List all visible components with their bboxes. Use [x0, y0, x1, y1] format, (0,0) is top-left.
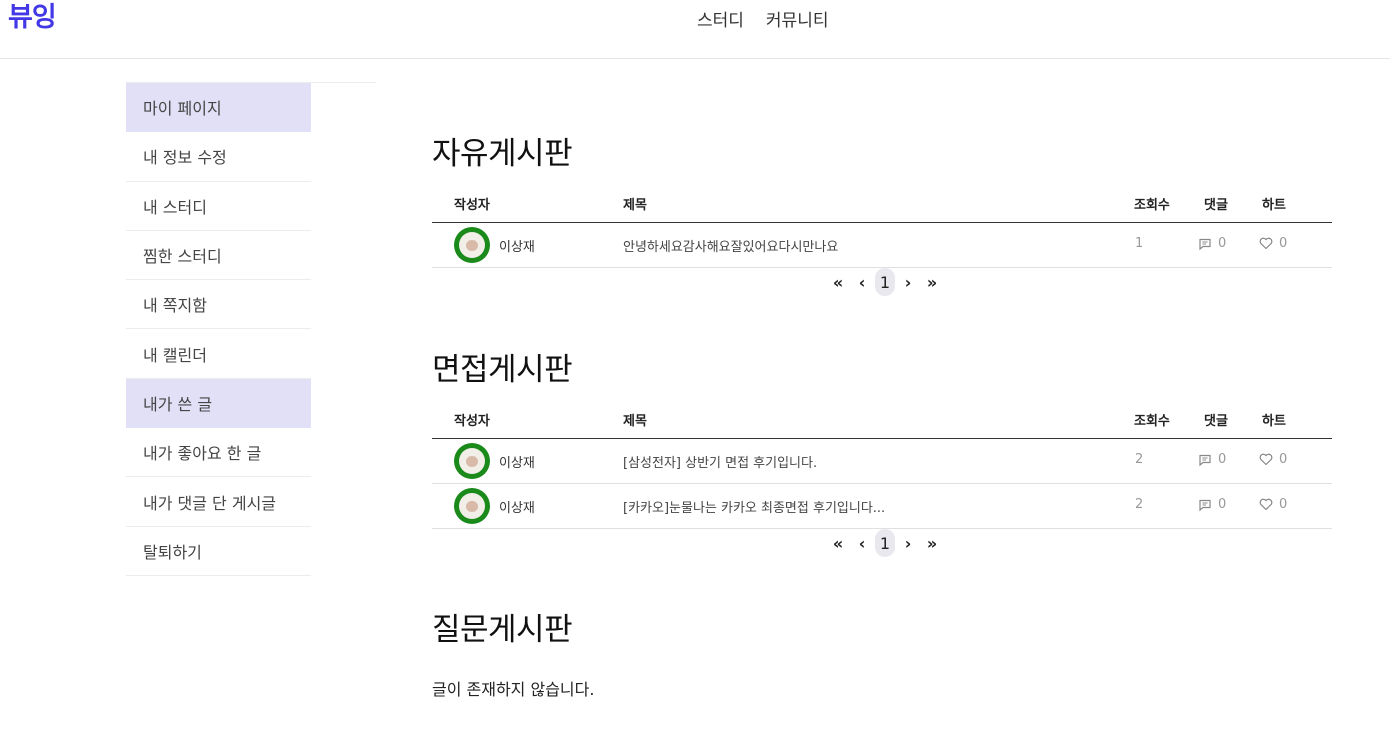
col-author: 작성자	[454, 198, 490, 213]
table-header: 작성자 제목 조회수 댓글 하트	[432, 182, 1332, 223]
sidebar-item-my-posts[interactable]: 내가 쓴 글	[126, 378, 311, 429]
interview-board-table: 작성자 제목 조회수 댓글 하트 이상재 [삼성전자] 상반기 면접 후기입니다…	[432, 398, 1332, 529]
avatar	[454, 227, 490, 263]
sidebar-item-liked-study[interactable]: 찜한 스터디	[126, 231, 311, 281]
first-page-button[interactable]: «	[826, 529, 850, 557]
comment-count: 0	[1198, 452, 1226, 467]
empty-message: 글이 존재하지 않습니다.	[432, 680, 595, 699]
avatar	[454, 443, 490, 479]
section-title-free-board: 자유게시판	[432, 136, 573, 172]
pagination-interview-board: « ‹ 1 › »	[826, 529, 944, 557]
first-page-button[interactable]: «	[826, 268, 850, 296]
post-title[interactable]: [카카오]눈물나는 카카오 최종면접 후기입니다...	[623, 497, 885, 516]
last-page-button[interactable]: »	[920, 268, 944, 296]
nav-study-link[interactable]: 스터디	[697, 10, 744, 32]
last-page-button[interactable]: »	[920, 529, 944, 557]
post-title[interactable]: [삼성전자] 상반기 면접 후기입니다.	[623, 452, 817, 471]
sidebar-item-withdraw[interactable]: 탈퇴하기	[126, 527, 311, 576]
comment-icon	[1199, 238, 1211, 250]
sidebar-item-mypage[interactable]: 마이 페이지	[126, 83, 311, 133]
sidebar: 마이 페이지 내 정보 수정 내 스터디 찜한 스터디 내 쪽지함 내 캘린더 …	[126, 83, 311, 576]
view-count: 1	[1135, 236, 1144, 251]
sidebar-item-messages[interactable]: 내 쪽지함	[126, 280, 311, 330]
prev-page-button[interactable]: ‹	[850, 529, 874, 557]
next-page-button[interactable]: ›	[896, 268, 920, 296]
table-row[interactable]: 이상재 [삼성전자] 상반기 면접 후기입니다. 2 0 0	[432, 439, 1332, 484]
logo[interactable]: 뷰잉	[8, 0, 57, 36]
sidebar-item-edit-profile[interactable]: 내 정보 수정	[126, 132, 311, 182]
pagination-free-board: « ‹ 1 › »	[826, 268, 944, 296]
comment-count: 0	[1198, 497, 1226, 512]
heart-icon	[1259, 498, 1273, 511]
comment-icon	[1199, 454, 1211, 466]
view-count: 2	[1135, 452, 1144, 467]
next-page-button[interactable]: ›	[896, 529, 920, 557]
heart-count: 0	[1259, 452, 1287, 467]
heart-icon	[1259, 237, 1273, 250]
col-hearts: 하트	[1262, 198, 1286, 213]
page-number-button[interactable]: 1	[875, 268, 895, 296]
col-comments: 댓글	[1204, 198, 1228, 213]
comment-count-value: 0	[1218, 452, 1227, 467]
top-header: 뷰잉 스터디 커뮤니티	[0, 0, 1390, 59]
view-count: 2	[1135, 497, 1144, 512]
sidebar-item-calendar[interactable]: 내 캘린더	[126, 329, 311, 379]
section-title-interview-board: 면접게시판	[432, 352, 573, 388]
section-title-question-board: 질문게시판	[432, 612, 573, 648]
top-nav: 스터디 커뮤니티	[697, 10, 828, 32]
col-views: 조회수	[1134, 414, 1170, 429]
col-hearts: 하트	[1262, 414, 1286, 429]
heart-count: 0	[1259, 236, 1287, 251]
table-header: 작성자 제목 조회수 댓글 하트	[432, 398, 1332, 439]
avatar	[454, 488, 490, 524]
col-author: 작성자	[454, 414, 490, 429]
free-board-table: 작성자 제목 조회수 댓글 하트 이상재 안녕하세요감사해요잘있어요다시만나요 …	[432, 182, 1332, 268]
heart-count: 0	[1259, 497, 1287, 512]
col-views: 조회수	[1134, 198, 1170, 213]
sidebar-item-commented-posts[interactable]: 내가 댓글 단 게시글	[126, 477, 311, 527]
comment-count-value: 0	[1218, 497, 1227, 512]
author-name: 이상재	[499, 240, 535, 255]
heart-icon	[1259, 453, 1273, 466]
col-title: 제목	[623, 198, 647, 213]
author-name: 이상재	[499, 456, 535, 471]
table-row[interactable]: 이상재 [카카오]눈물나는 카카오 최종면접 후기입니다... 2 0 0	[432, 484, 1332, 529]
table-row[interactable]: 이상재 안녕하세요감사해요잘있어요다시만나요 1 0 0	[432, 223, 1332, 268]
page-number-button[interactable]: 1	[875, 529, 895, 557]
post-title[interactable]: 안녕하세요감사해요잘있어요다시만나요	[623, 236, 838, 255]
sidebar-item-my-study[interactable]: 내 스터디	[126, 182, 311, 231]
sidebar-item-liked-posts[interactable]: 내가 좋아요 한 글	[126, 428, 311, 478]
comment-count-value: 0	[1218, 236, 1227, 251]
col-comments: 댓글	[1204, 414, 1228, 429]
heart-count-value: 0	[1279, 497, 1288, 512]
heart-count-value: 0	[1279, 452, 1288, 467]
prev-page-button[interactable]: ‹	[850, 268, 874, 296]
heart-count-value: 0	[1279, 236, 1288, 251]
nav-community-link[interactable]: 커뮤니티	[766, 10, 829, 32]
col-title: 제목	[623, 414, 647, 429]
author-name: 이상재	[499, 501, 535, 516]
comment-count: 0	[1198, 236, 1226, 251]
comment-icon	[1199, 499, 1211, 511]
